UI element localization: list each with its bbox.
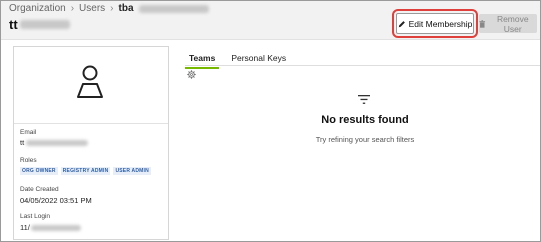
redacted-text bbox=[138, 4, 209, 13]
remove-user-button[interactable]: Remove User bbox=[479, 13, 537, 34]
pencil-icon bbox=[398, 20, 405, 27]
redacted-text bbox=[26, 139, 89, 146]
roles-list: ORG OWNER REGISTRY ADMIN USER ADMIN bbox=[20, 167, 151, 175]
email-label: Email bbox=[20, 129, 37, 136]
breadcrumb-organization[interactable]: Organization bbox=[9, 3, 66, 14]
roles-label: Roles bbox=[20, 157, 37, 164]
breadcrumb-users[interactable]: Users bbox=[79, 3, 105, 14]
empty-state-subtitle: Try refining your search filters bbox=[315, 135, 415, 144]
profile-card: Email tt Roles ORG OWNER REGISTRY ADMIN … bbox=[13, 46, 169, 240]
redacted-text bbox=[30, 224, 81, 231]
avatar-area bbox=[14, 47, 168, 124]
last-login-text: 11/ bbox=[20, 223, 30, 232]
role-badge: REGISTRY ADMIN bbox=[60, 167, 111, 175]
user-icon bbox=[77, 65, 103, 98]
date-created-value: 04/05/2022 03:51 PM bbox=[20, 196, 92, 205]
remove-user-label: Remove User bbox=[496, 13, 529, 34]
edit-membership-label: Edit Membership bbox=[408, 18, 473, 29]
last-login-label: Last Login bbox=[20, 213, 50, 220]
gear-icon[interactable] bbox=[187, 70, 196, 79]
page-header: Organization › Users › tba tt Edit Membe… bbox=[1, 1, 540, 39]
header-divider bbox=[1, 39, 540, 40]
chevron-right-icon: › bbox=[110, 3, 114, 14]
page-title: tt bbox=[9, 17, 70, 32]
tab-bar: Teams Personal Keys bbox=[185, 51, 298, 69]
last-login-value: 11/ bbox=[20, 223, 81, 232]
tab-teams[interactable]: Teams bbox=[185, 51, 220, 69]
role-badge: USER ADMIN bbox=[113, 167, 151, 175]
trash-icon bbox=[479, 19, 486, 28]
date-created-label: Date Created bbox=[20, 186, 59, 193]
edit-membership-button[interactable]: Edit Membership bbox=[392, 9, 478, 38]
empty-state-title: No results found bbox=[321, 114, 409, 126]
redacted-text bbox=[19, 20, 70, 29]
tab-personal-keys[interactable]: Personal Keys bbox=[227, 51, 290, 69]
breadcrumb: Organization › Users › tba bbox=[9, 3, 209, 14]
tab-divider bbox=[185, 65, 540, 66]
email-value-text: tt bbox=[20, 138, 25, 147]
filter-icon bbox=[358, 95, 370, 104]
breadcrumb-current: tba bbox=[118, 3, 134, 14]
page-title-text: tt bbox=[9, 17, 18, 32]
chevron-right-icon: › bbox=[70, 3, 75, 14]
email-value: tt bbox=[20, 138, 89, 147]
role-badge: ORG OWNER bbox=[20, 167, 58, 175]
